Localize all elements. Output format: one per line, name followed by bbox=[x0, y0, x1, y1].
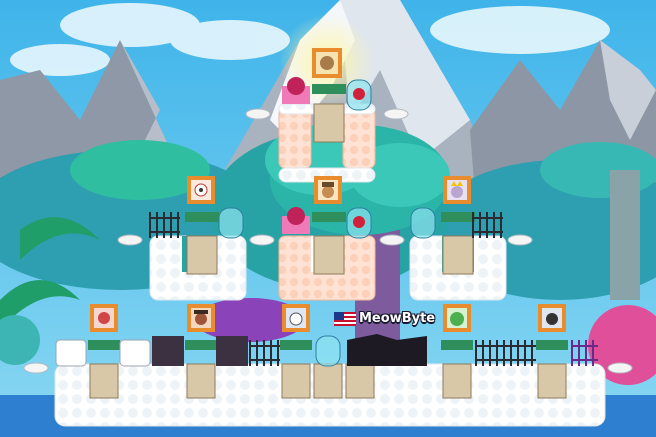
frame-bot-4 bbox=[443, 304, 471, 332]
frame-eye bbox=[187, 176, 215, 204]
us-flag-icon bbox=[334, 311, 356, 326]
game-world-view[interactable] bbox=[0, 0, 656, 437]
frame-bot-2 bbox=[187, 304, 215, 332]
frame-bot-1 bbox=[90, 304, 118, 332]
frame-hat bbox=[314, 176, 342, 204]
frame-crown bbox=[443, 176, 471, 204]
player-name-tag[interactable]: MeowByte bbox=[334, 311, 435, 326]
frame-bot-3 bbox=[282, 304, 310, 332]
player-name: MeowByte bbox=[359, 311, 436, 326]
frame-top bbox=[312, 48, 342, 78]
frame-bot-5 bbox=[538, 304, 566, 332]
